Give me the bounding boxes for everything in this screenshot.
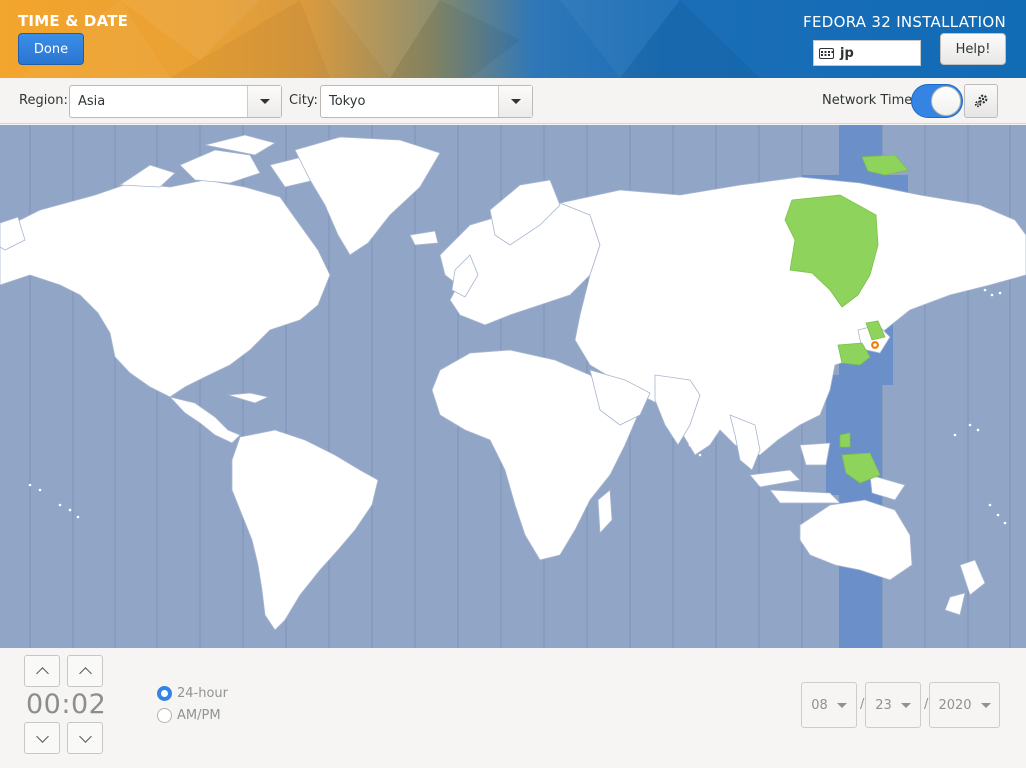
chevron-down-icon [259,99,270,104]
format-ampm-label: AM/PM [177,708,221,723]
chevron-down-icon [836,702,847,708]
minutes-value[interactable]: 02 [71,689,106,720]
minutes-up-button[interactable] [67,655,103,687]
format-24-hour-option[interactable]: 24-hour [157,686,228,701]
month-combobox[interactable]: 08 [801,682,857,728]
chevron-down-icon [510,99,521,104]
header-background-pattern [20,0,760,78]
installation-title: FEDORA 32 INSTALLATION [803,13,1006,31]
ntp-config-button[interactable] [964,84,998,118]
selected-city-marker[interactable] [869,339,881,351]
time-display: 00:02 [26,689,106,720]
format-24-hour-label: 24-hour [177,686,229,701]
radio-ampm[interactable] [157,708,172,723]
chevron-down-icon [980,702,991,708]
keyboard-layout-label: jp [840,45,854,61]
timezone-map[interactable] [0,125,1026,648]
chevron-up-icon [78,666,92,680]
network-time-label: Network Time [822,93,913,108]
region-dropdown-arrow[interactable] [247,86,281,117]
hours-down-button[interactable] [24,722,60,754]
date-separator: / [860,697,865,712]
date-separator: / [924,697,929,712]
format-ampm-option[interactable]: AM/PM [157,708,221,723]
day-value: 23 [875,697,892,713]
timezone-toolbar: Region: Asia City: Tokyo Network Time [0,78,1026,124]
help-button[interactable]: Help! [940,33,1006,65]
region-combobox[interactable]: Asia [69,85,282,118]
month-value: 08 [811,697,828,713]
region-value: Asia [78,94,106,109]
switch-knob [931,86,961,116]
network-time-switch[interactable] [911,84,963,118]
keyboard-layout-indicator[interactable]: jp [813,40,921,66]
year-value: 2020 [938,697,972,713]
time-separator: : [61,689,71,720]
minutes-down-button[interactable] [67,722,103,754]
page-title: TIME & DATE [18,12,129,30]
city-label: City: [289,93,318,108]
header-bar: TIME & DATE Done FEDORA 32 INSTALLATION … [0,0,1026,78]
gears-icon [974,94,988,108]
done-button[interactable]: Done [18,33,84,65]
day-combobox[interactable]: 23 [865,682,921,728]
city-combobox[interactable]: Tokyo [320,85,533,118]
year-combobox[interactable]: 2020 [929,682,1000,728]
city-value: Tokyo [329,94,366,109]
keyboard-icon [819,47,834,59]
region-label: Region: [19,93,68,108]
hours-up-button[interactable] [24,655,60,687]
chevron-down-icon [900,702,911,708]
radio-24-hour[interactable] [157,686,172,701]
chevron-down-icon [78,729,92,743]
chevron-down-icon [35,729,49,743]
world-map[interactable] [0,125,1026,648]
hours-value[interactable]: 00 [26,689,61,720]
city-dropdown-arrow[interactable] [498,86,532,117]
chevron-up-icon [35,666,49,680]
